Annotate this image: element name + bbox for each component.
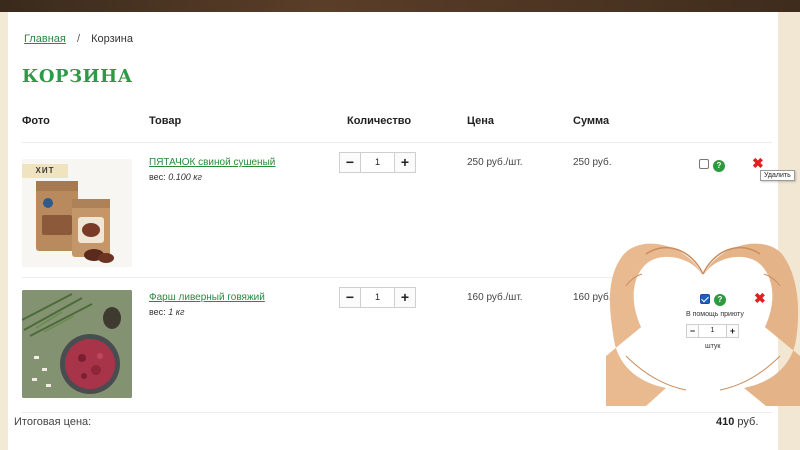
shelter-donation-label: В помощь приюту <box>686 311 744 318</box>
quantity-stepper: − 1 + <box>339 152 416 173</box>
total-value: 410 <box>716 416 735 428</box>
liver-mince-bowl-image <box>22 290 132 398</box>
row-divider <box>22 412 772 413</box>
breadcrumb: Главная / Корзина <box>24 33 133 45</box>
breadcrumb-home-link[interactable]: Главная <box>24 33 66 45</box>
quantity-increase-button[interactable]: + <box>394 152 416 173</box>
unit-price: 160 руб./шт. <box>467 292 523 303</box>
product-photo[interactable]: ХИТ <box>22 159 132 267</box>
donation-quantity-stepper: − 1 + <box>686 324 739 338</box>
page-background-left <box>0 12 8 450</box>
product-link[interactable]: ПЯТАЧОК свиной сушеный <box>149 157 275 168</box>
product-photo[interactable] <box>22 290 132 398</box>
delete-icon[interactable]: ✖ <box>752 156 764 170</box>
total-label: Итоговая цена: <box>14 416 92 428</box>
quantity-decrease-button[interactable]: − <box>339 287 361 308</box>
column-header-price: Цена <box>467 115 495 127</box>
breadcrumb-current: Корзина <box>91 33 133 45</box>
donation-unit-label: штук <box>705 343 721 350</box>
total-price: 410 руб. <box>716 416 758 428</box>
hit-badge: ХИТ <box>22 164 68 178</box>
product-link[interactable]: Фарш ливерный говяжий <box>149 292 265 303</box>
item-checkbox[interactable] <box>700 294 710 304</box>
weight-label: вес: <box>149 307 166 317</box>
weight-value: 1 кг <box>168 307 185 317</box>
heart-hands-image <box>606 243 800 406</box>
quantity-increase-button[interactable]: + <box>394 287 416 308</box>
delete-icon[interactable]: ✖ <box>754 291 766 305</box>
product-weight: вес: 1 кг <box>149 307 184 317</box>
weight-label: вес: <box>149 172 166 182</box>
item-checkbox[interactable] <box>699 159 709 169</box>
help-icon[interactable]: ? <box>714 294 726 306</box>
column-header-quantity: Количество <box>347 115 412 127</box>
quantity-stepper: − 1 + <box>339 287 416 308</box>
product-weight: вес: 0.100 кг <box>149 172 202 182</box>
delete-tooltip: Удалить <box>760 170 795 181</box>
unit-price: 250 руб./шт. <box>467 157 523 168</box>
column-header-sum: Сумма <box>573 115 610 127</box>
quantity-input[interactable]: 1 <box>361 152 394 173</box>
help-icon[interactable]: ? <box>713 160 725 172</box>
column-header-photo: Фото <box>22 115 50 127</box>
total-currency: руб. <box>737 416 759 428</box>
donation-quantity-input[interactable]: 1 <box>699 324 726 338</box>
donation-decrease-button[interactable]: − <box>686 324 699 338</box>
line-sum: 250 руб. <box>573 157 612 168</box>
row-divider <box>22 142 772 143</box>
column-header-product: Товар <box>149 115 182 127</box>
page-title: КОРЗИНА <box>22 66 133 87</box>
breadcrumb-separator: / <box>76 33 80 45</box>
quantity-input[interactable]: 1 <box>361 287 394 308</box>
donation-increase-button[interactable]: + <box>726 324 739 338</box>
site-header-bar <box>0 0 800 12</box>
quantity-decrease-button[interactable]: − <box>339 152 361 173</box>
weight-value: 0.100 кг <box>168 172 202 182</box>
